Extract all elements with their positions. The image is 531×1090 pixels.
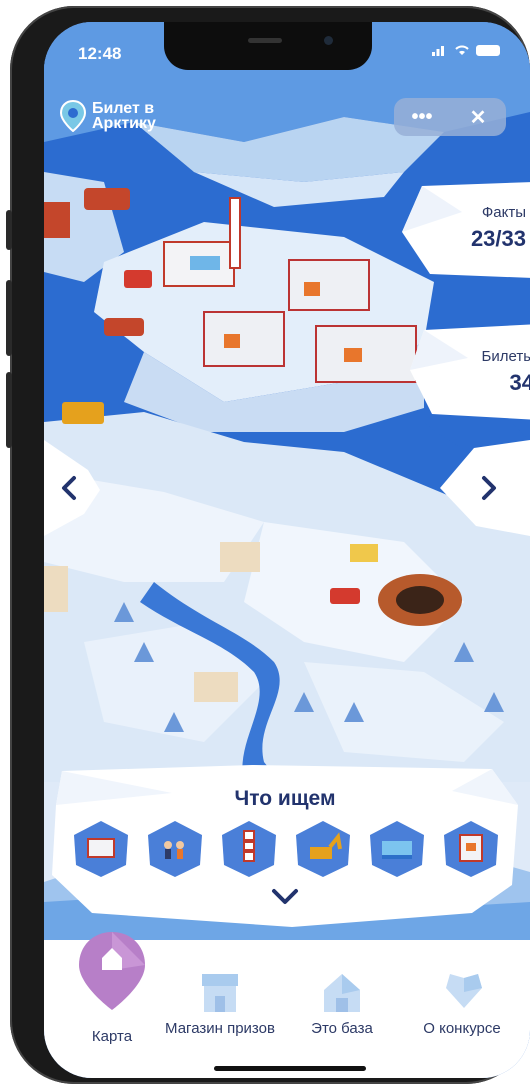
tab-map-label: Карта xyxy=(91,1028,133,1045)
tickets-label: Билеты xyxy=(481,348,530,365)
lab-module xyxy=(288,259,370,311)
map-pin-icon xyxy=(79,932,145,1010)
lab-building-icon xyxy=(74,821,128,877)
logo-pin-icon xyxy=(60,100,86,132)
facts-label: Факты xyxy=(481,204,526,221)
chevron-left-icon xyxy=(62,476,76,500)
home-indicator[interactable] xyxy=(214,1066,366,1071)
vehicle xyxy=(124,270,152,288)
battery-icon xyxy=(476,44,500,56)
camera xyxy=(324,36,333,45)
lab-module xyxy=(315,325,417,383)
people-group-icon xyxy=(148,821,202,877)
side-button xyxy=(6,280,12,356)
close-button[interactable]: ✕ xyxy=(450,98,506,136)
ship xyxy=(44,202,70,238)
facts-value: 23/33 xyxy=(470,226,526,251)
house xyxy=(194,672,238,702)
tab-shop-label: Магазин призов xyxy=(165,1020,275,1037)
app-logo[interactable]: Билет в Арктику xyxy=(60,100,192,132)
excavator xyxy=(62,402,104,424)
boat xyxy=(104,318,144,336)
vehicle xyxy=(330,588,360,604)
shop-icon xyxy=(202,974,238,1012)
next-button[interactable] xyxy=(440,440,530,536)
tab-bar: Карта Магазин призов Это база О конкурсе xyxy=(44,932,530,1078)
tickets-value: 34 xyxy=(509,370,530,395)
tickets-counter[interactable]: Билеты 34 xyxy=(410,324,530,420)
tab-base[interactable]: Это база xyxy=(282,940,402,1078)
chevron-down-icon[interactable] xyxy=(270,885,300,909)
house xyxy=(44,566,68,612)
logo-text: Билет в Арктику xyxy=(92,100,156,132)
category-excavator[interactable] xyxy=(294,819,352,879)
lab-module xyxy=(203,311,285,367)
house xyxy=(220,542,260,572)
wifi-icon xyxy=(455,45,469,55)
status-icons xyxy=(432,44,500,56)
signal-icon xyxy=(432,46,444,56)
status-time: 12:48 xyxy=(78,44,122,63)
heart-ice-icon xyxy=(446,974,482,1008)
category-hangar[interactable] xyxy=(368,819,426,879)
more-button[interactable]: ••• xyxy=(394,98,450,136)
app-screen: 12:48 Билет в Арктику ••• ✕ Факты 23/33 … xyxy=(44,22,530,1078)
tab-about-label: О конкурсе xyxy=(423,1020,501,1037)
search-panel: Что ищем xyxy=(52,765,518,927)
menu-close-pill: ••• ✕ xyxy=(394,98,506,136)
prev-button[interactable] xyxy=(44,440,104,536)
panel-title: Что ищем xyxy=(234,787,336,810)
tab-map[interactable]: Карта xyxy=(52,932,172,1078)
notch xyxy=(164,22,372,70)
category-lab-building[interactable] xyxy=(72,819,130,879)
tab-about[interactable]: О конкурсе xyxy=(402,940,522,1078)
category-module-building[interactable] xyxy=(442,819,500,879)
facts-counter[interactable]: Факты 23/33 xyxy=(402,182,530,278)
speaker xyxy=(248,38,282,43)
lighthouse-icon xyxy=(222,821,276,877)
ship xyxy=(84,188,130,210)
tab-shop[interactable]: Магазин призов xyxy=(160,940,280,1078)
house xyxy=(350,544,378,562)
hangar-icon xyxy=(370,821,424,877)
module-building-icon xyxy=(444,821,498,877)
chevron-right-icon xyxy=(482,476,496,500)
tab-base-label: Это база xyxy=(311,1020,373,1037)
side-button xyxy=(6,210,12,250)
base-tent-icon xyxy=(324,974,360,1012)
category-lighthouse[interactable] xyxy=(220,819,278,879)
side-button xyxy=(6,372,12,448)
category-people-group[interactable] xyxy=(146,819,204,879)
excavator-icon xyxy=(296,821,350,877)
